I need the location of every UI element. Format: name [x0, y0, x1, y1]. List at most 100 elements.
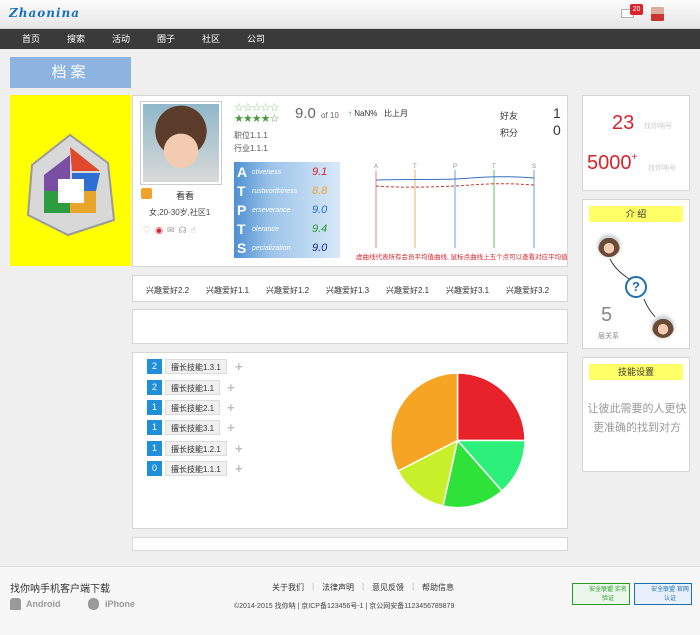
skill-label[interactable]: 擅长技能3.1 — [165, 420, 221, 435]
apts-value: 9.0 — [312, 242, 328, 254]
android-link[interactable]: Android — [26, 599, 61, 609]
rating-filled-stars: ★★★★☆ — [234, 113, 279, 125]
apts-value: 9.1 — [312, 166, 328, 178]
skill-label[interactable]: 擅长技能1.1 — [165, 380, 221, 395]
add-skill-icon[interactable]: + — [227, 401, 235, 414]
android-icon[interactable] — [10, 598, 21, 610]
profile-industry: 行业1.1.1 — [234, 144, 268, 153]
like-icon[interactable]: ♡ — [143, 225, 155, 235]
apts-word: pecialization — [252, 245, 291, 252]
stat2-number: 5000 — [587, 152, 632, 174]
apts-row: S pecialization 9.0 — [234, 239, 340, 258]
skill-label[interactable]: 擅长技能1.3.1 — [165, 359, 227, 374]
nav-home[interactable]: 首页 — [22, 29, 40, 49]
skill-count: 1 — [147, 400, 162, 415]
axis-label: S — [532, 164, 536, 170]
trend-value: NaN% — [354, 109, 378, 118]
site-logo[interactable]: Zhaonina — [9, 6, 80, 20]
nav-search[interactable]: 搜索 — [67, 29, 85, 49]
add-skill-icon[interactable]: + — [235, 442, 243, 455]
apts-letter: P — [237, 202, 247, 218]
add-skill-icon[interactable]: + — [227, 381, 235, 394]
axis-label: A — [374, 164, 378, 170]
iphone-link[interactable]: iPhone — [105, 599, 135, 609]
footer-separator: | — [412, 582, 415, 591]
hobby-tag[interactable]: 兴趣爱好2.2 — [146, 285, 189, 296]
headset-icon[interactable]: ☊ — [178, 225, 190, 235]
nav-activities[interactable]: 活动 — [112, 29, 130, 49]
profile-position: 职位1.1.1 — [234, 131, 268, 140]
apts-letter: A — [237, 164, 248, 180]
apts-value: 9.0 — [312, 204, 328, 216]
add-skill-icon[interactable]: + — [235, 360, 243, 373]
nav-circles[interactable]: 圈子 — [157, 29, 175, 49]
skill-count: 1 — [147, 420, 162, 435]
page-title: 档案 — [10, 57, 131, 88]
trend-label: 比上月 — [384, 109, 409, 118]
apts-letter: T — [237, 221, 246, 237]
pie-slice[interactable] — [456, 372, 526, 442]
footer-link-legal[interactable]: 法律声明 — [322, 582, 354, 593]
footer-link-feedback[interactable]: 意见反馈 — [372, 582, 404, 593]
hobby-tag[interactable]: 兴趣爱好3.1 — [446, 285, 489, 296]
nav-company[interactable]: 公司 — [247, 29, 265, 49]
footer-link-help[interactable]: 帮助信息 — [422, 582, 454, 593]
apts-word: erseverance — [252, 207, 291, 214]
apts-line-chart: A T P T S — [374, 164, 536, 248]
profile-name: 看看 — [176, 191, 195, 201]
mail-count-badge: 20 — [630, 4, 643, 15]
axis-label: T — [413, 164, 417, 170]
skill-count: 2 — [147, 380, 162, 395]
broken-wall-logo-icon — [26, 133, 116, 237]
chart-note: 虚曲线代表所有会员平均值曲线, 鼠标点曲线上五个点可以查看对应平均值 — [356, 254, 568, 261]
stat2-value: 5000+ — [587, 152, 637, 175]
skill-label[interactable]: 擅长技能2.1 — [165, 400, 221, 415]
relation-avatar-start[interactable] — [596, 233, 622, 259]
skill-label[interactable]: 擅长技能1.2.1 — [165, 441, 227, 456]
axis-label: T — [492, 164, 496, 170]
skill-label[interactable]: 擅长技能1.1.1 — [165, 461, 227, 476]
hobby-tag[interactable]: 兴趣爱好2.1 — [386, 285, 429, 296]
stat2-plus: + — [631, 152, 638, 163]
trend-indicator: ↑ NaN% 比上月 — [348, 108, 408, 119]
cert-badge-realname[interactable]: 安全联盟 实名验证 — [572, 583, 630, 605]
rating-stars: ☆☆☆☆☆ ★★★★☆ — [234, 103, 279, 125]
hobby-tag[interactable]: 兴趣爱好1.1 — [206, 285, 249, 296]
medal-icon — [141, 188, 152, 199]
apts-row: P erseverance 9.0 — [234, 201, 340, 220]
apple-icon[interactable] — [88, 598, 99, 610]
apts-score-box: A ctiveness 9.1 T rustworthiness 8.8 P e… — [234, 162, 340, 258]
cert-badge-official[interactable]: 安全联盟 官网认证 — [634, 583, 692, 605]
footer-link-about[interactable]: 关于我们 — [272, 582, 304, 593]
footer-separator: | — [312, 582, 315, 591]
add-skill-icon[interactable]: + — [227, 421, 235, 434]
message-icon[interactable]: ✉ — [167, 225, 179, 235]
bottom-panel — [132, 537, 568, 551]
add-skill-icon[interactable]: + — [235, 462, 243, 475]
skill-count: 0 — [147, 461, 162, 476]
hand-icon[interactable]: ☝ — [190, 225, 199, 235]
nav-community[interactable]: 社区 — [202, 29, 220, 49]
apts-row: T olerance 9.4 — [234, 220, 340, 239]
friends-count[interactable]: 1 — [553, 105, 561, 121]
points-count[interactable]: 0 — [553, 122, 561, 138]
skills-pie-chart — [389, 372, 526, 509]
hobby-tag[interactable]: 兴趣爱好1.2 — [266, 285, 309, 296]
profile-description: 女,20-30岁,社区1 — [149, 208, 211, 217]
apts-letter: T — [237, 183, 246, 199]
profile-photo[interactable] — [140, 101, 222, 185]
skill-settings-tip: 让彼此需要的人更快更准确的找到对方 — [587, 403, 687, 434]
relation-avatar-end[interactable] — [650, 314, 676, 340]
hobby-tag[interactable]: 兴趣爱好1.3 — [326, 285, 369, 296]
relation-label: 层关系 — [598, 333, 619, 340]
apts-word: olerance — [252, 226, 279, 233]
view-icon[interactable]: ◉ — [155, 225, 167, 235]
question-icon[interactable]: ? — [625, 276, 647, 298]
score-value: 9.0 — [295, 105, 316, 122]
user-avatar[interactable] — [651, 7, 664, 21]
skill-settings-title[interactable]: 技能设置 — [589, 364, 683, 380]
apts-letter: S — [237, 240, 247, 256]
stats-card — [582, 95, 690, 191]
hobby-tag[interactable]: 兴趣爱好3.2 — [506, 285, 549, 296]
skill-count: 1 — [147, 441, 162, 456]
